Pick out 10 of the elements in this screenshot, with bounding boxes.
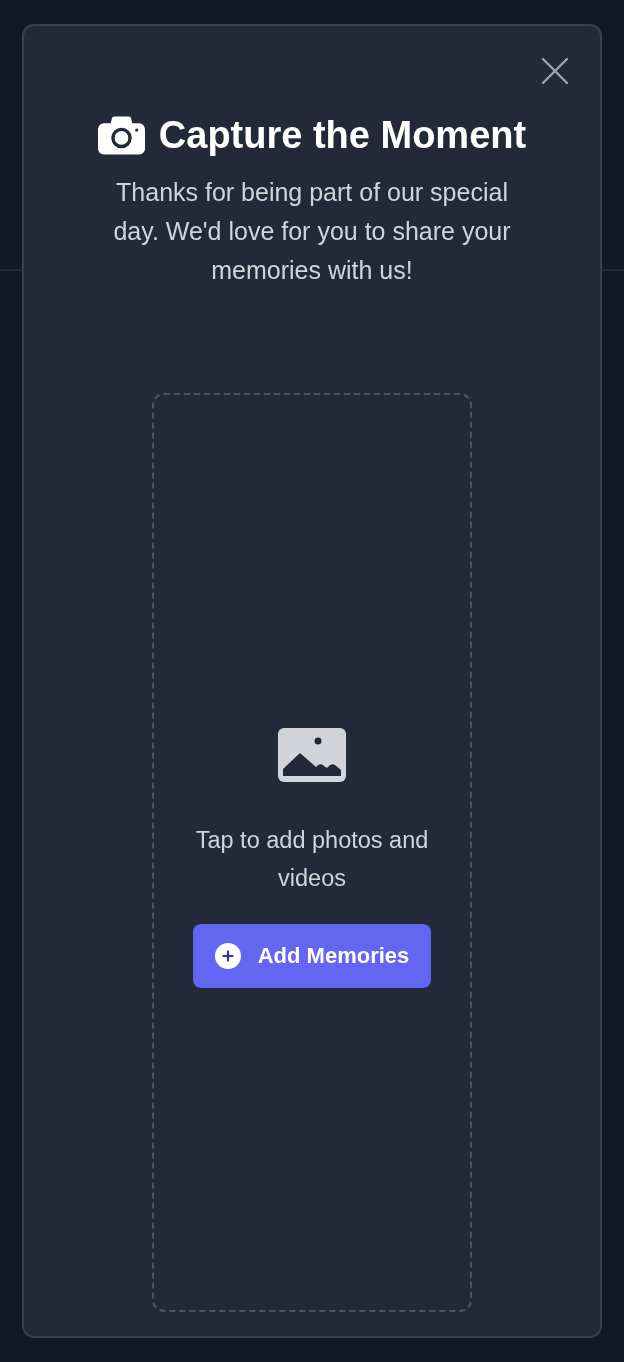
add-memories-button[interactable]: Add Memories <box>192 923 432 988</box>
image-icon <box>278 727 346 782</box>
camera-icon <box>97 115 145 155</box>
upload-drop-zone[interactable]: Tap to add photos and videos Add Memories <box>152 393 472 1312</box>
upload-hint: Tap to add photos and videos <box>194 825 430 893</box>
plus-circle-icon <box>214 942 241 969</box>
modal-title: Capture the Moment <box>158 113 527 157</box>
close-icon <box>542 58 568 84</box>
close-button[interactable] <box>542 58 568 84</box>
modal-subtitle: Thanks for being part of our special day. We'd love for you to share your memories with us! <box>112 177 512 286</box>
